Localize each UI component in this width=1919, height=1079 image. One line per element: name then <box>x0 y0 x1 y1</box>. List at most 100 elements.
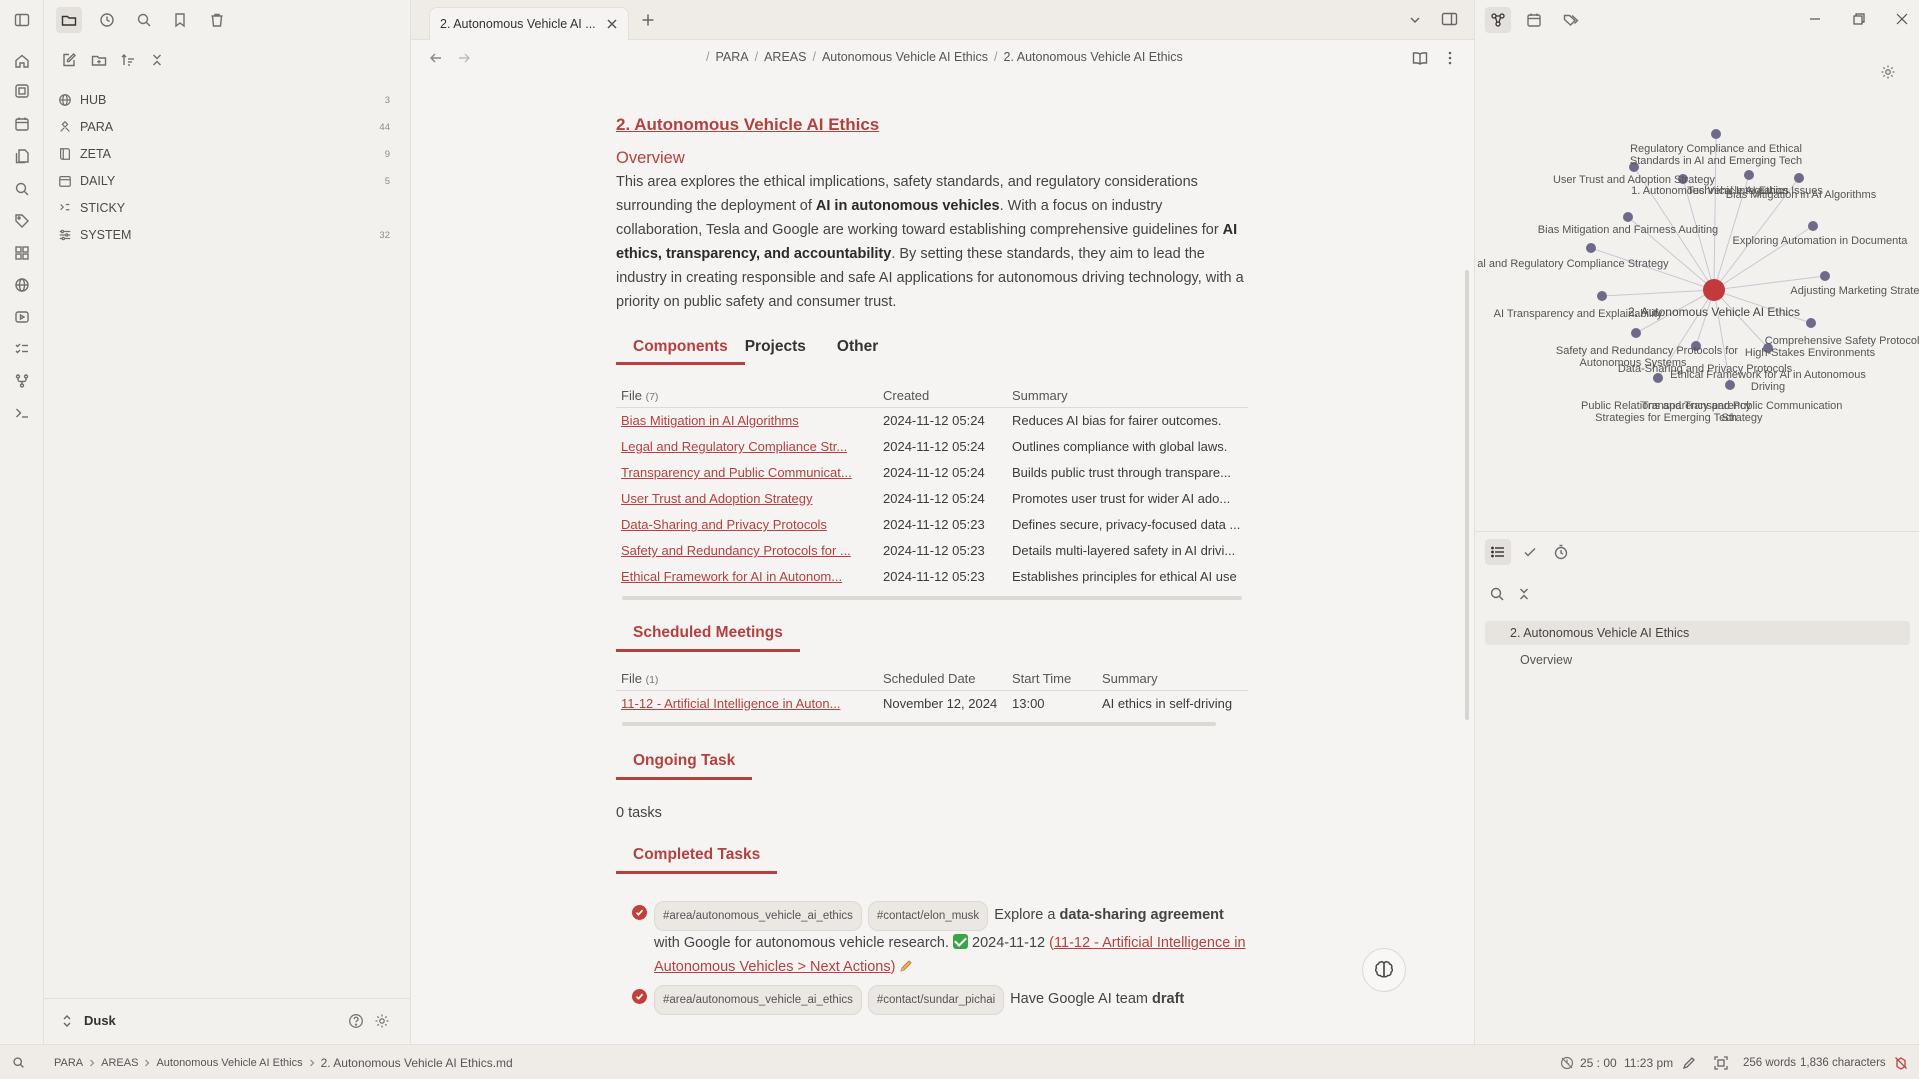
bookmark-icon[interactable] <box>167 7 193 33</box>
col-summary[interactable]: Summary <box>1097 665 1248 691</box>
graph-node[interactable] <box>1808 221 1818 231</box>
tree-folder-daily[interactable]: DAILY 5 <box>58 170 390 192</box>
restore-icon[interactable] <box>1853 13 1865 25</box>
vault-switcher[interactable]: Dusk <box>44 998 411 1044</box>
collapse-all-icon[interactable] <box>1516 586 1532 602</box>
tree-folder-system[interactable]: SYSTEM 32 <box>58 224 390 246</box>
tags-icon[interactable] <box>1558 7 1584 33</box>
col-created[interactable]: Created <box>878 383 1007 408</box>
tab-projects[interactable]: Projects <box>745 338 823 365</box>
editor-scrollbar[interactable] <box>1465 270 1469 720</box>
breadcrumb-item[interactable]: PARA <box>715 50 748 64</box>
toggle-right-sidebar-icon[interactable] <box>1441 11 1458 27</box>
graph-node[interactable] <box>1725 380 1735 390</box>
timer-icon[interactable] <box>1548 539 1574 565</box>
folder-icon[interactable] <box>56 7 82 33</box>
graph-settings-icon[interactable] <box>1880 64 1896 80</box>
status-path-item[interactable]: PARA <box>54 1057 83 1069</box>
component-file-link[interactable]: Ethical Framework for AI in Autonom... <box>616 564 878 590</box>
globe-icon[interactable] <box>11 274 33 296</box>
close-tab-icon[interactable] <box>606 18 618 30</box>
search-icon[interactable] <box>12 1045 25 1079</box>
component-file-link[interactable]: Legal and Regulatory Compliance Str... <box>616 434 878 460</box>
sort-icon[interactable] <box>115 47 141 73</box>
search-icon[interactable] <box>1489 586 1505 602</box>
graph-node[interactable] <box>1744 170 1754 180</box>
tree-folder-zeta[interactable]: ZETA 9 <box>58 143 390 165</box>
calendar-icon[interactable] <box>1521 7 1547 33</box>
table-scrollbar[interactable] <box>622 722 1216 726</box>
col-summary[interactable]: Summary <box>1007 383 1248 408</box>
settings-icon[interactable] <box>374 1013 390 1029</box>
graph-node[interactable] <box>1623 212 1633 222</box>
home-icon[interactable] <box>11 50 33 72</box>
tab-active-note[interactable]: 2. Autonomous Vehicle AI ... <box>429 7 629 40</box>
trash-icon[interactable] <box>204 7 230 33</box>
graph-node[interactable] <box>1711 129 1721 139</box>
status-path-item[interactable]: 2. Autonomous Vehicle AI Ethics.md <box>321 1056 513 1070</box>
collapse-icon[interactable] <box>144 47 170 73</box>
area-tag[interactable]: #area/autonomous_vehicle_ai_ethics <box>654 985 862 1015</box>
component-file-link[interactable]: Safety and Redundancy Protocols for ... <box>616 538 878 564</box>
tab-list-chevron-icon[interactable] <box>1409 14 1421 26</box>
graph-view-icon[interactable] <box>1485 7 1511 33</box>
task-checkbox[interactable] <box>632 905 647 920</box>
col-file[interactable]: File (7) <box>616 383 878 408</box>
clock-icon[interactable] <box>94 7 120 33</box>
component-file-link[interactable]: Data-Sharing and Privacy Protocols <box>616 512 878 538</box>
col-file[interactable]: File (1) <box>616 665 878 691</box>
area-tag[interactable]: #area/autonomous_vehicle_ai_ethics <box>654 901 862 931</box>
brain-icon[interactable] <box>1362 948 1406 992</box>
status-path-item[interactable]: AREAS <box>101 1057 138 1069</box>
component-file-link[interactable]: Transparency and Public Communicat... <box>616 460 878 486</box>
sync-error-icon[interactable] <box>1894 1045 1908 1079</box>
task-checkbox[interactable] <box>632 989 647 1004</box>
breadcrumb-item[interactable]: Autonomous Vehicle AI Ethics <box>822 50 988 64</box>
tree-folder-hub[interactable]: HUB 3 <box>58 89 390 111</box>
graph-node[interactable] <box>1631 328 1641 338</box>
terminal-icon[interactable] <box>11 402 33 424</box>
new-tab-icon[interactable] <box>641 13 655 27</box>
calendar-icon[interactable] <box>11 113 33 135</box>
outline-list-icon[interactable] <box>1485 539 1511 565</box>
tree-folder-para[interactable]: PARA 44 <box>58 116 390 138</box>
tag-icon[interactable] <box>11 210 33 232</box>
graph-canvas[interactable]: 2. Autonomous Vehicle AI EthicsRegulator… <box>1475 40 1919 532</box>
back-arrow-icon[interactable] <box>429 51 443 65</box>
contact-tag[interactable]: #contact/sundar_pichai <box>867 985 1005 1015</box>
sidebar-toggle-icon[interactable] <box>11 9 33 31</box>
outline-item-title[interactable]: 2. Autonomous Vehicle AI Ethics <box>1485 621 1910 645</box>
status-path-item[interactable]: Autonomous Vehicle AI Ethics <box>156 1057 302 1069</box>
more-options-icon[interactable] <box>1447 50 1453 66</box>
tab-other[interactable]: Other <box>823 338 895 365</box>
forward-arrow-icon[interactable] <box>457 51 471 65</box>
edit-mode-icon[interactable] <box>1682 1045 1696 1079</box>
breadcrumb-item[interactable]: 2. Autonomous Vehicle AI Ethics <box>1004 50 1183 64</box>
new-note-icon[interactable] <box>56 47 82 73</box>
media-icon[interactable] <box>11 306 33 328</box>
help-icon[interactable] <box>348 1013 364 1029</box>
outline-item-overview[interactable]: Overview <box>1485 648 1910 672</box>
edit-pencil-icon[interactable] <box>899 959 913 973</box>
tree-folder-sticky[interactable]: STICKY <box>58 197 390 219</box>
minimize-icon[interactable] <box>1809 13 1821 25</box>
component-file-link[interactable]: Bias Mitigation in AI Algorithms <box>616 408 878 434</box>
git-icon[interactable] <box>11 370 33 392</box>
file-copy-icon[interactable] <box>11 145 33 167</box>
pomodoro-timer[interactable]: 25 : 00 <box>1580 1045 1617 1079</box>
search-icon[interactable] <box>11 178 33 200</box>
component-file-link[interactable]: User Trust and Adoption Strategy <box>616 486 878 512</box>
close-icon[interactable] <box>1896 13 1908 25</box>
graph-node[interactable] <box>1586 243 1596 253</box>
tab-components[interactable]: Components <box>616 338 745 365</box>
graph-node[interactable] <box>1597 291 1607 301</box>
graph-node-current[interactable] <box>1703 279 1725 301</box>
tasks-icon[interactable] <box>11 338 33 360</box>
new-folder-icon[interactable] <box>86 47 112 73</box>
search-icon[interactable] <box>131 7 157 33</box>
col-scheduled-date[interactable]: Scheduled Date <box>878 665 1007 691</box>
graph-node[interactable] <box>1820 271 1830 281</box>
col-start-time[interactable]: Start Time <box>1007 665 1097 691</box>
table-scrollbar[interactable] <box>622 595 1242 600</box>
check-icon[interactable] <box>1517 539 1543 565</box>
